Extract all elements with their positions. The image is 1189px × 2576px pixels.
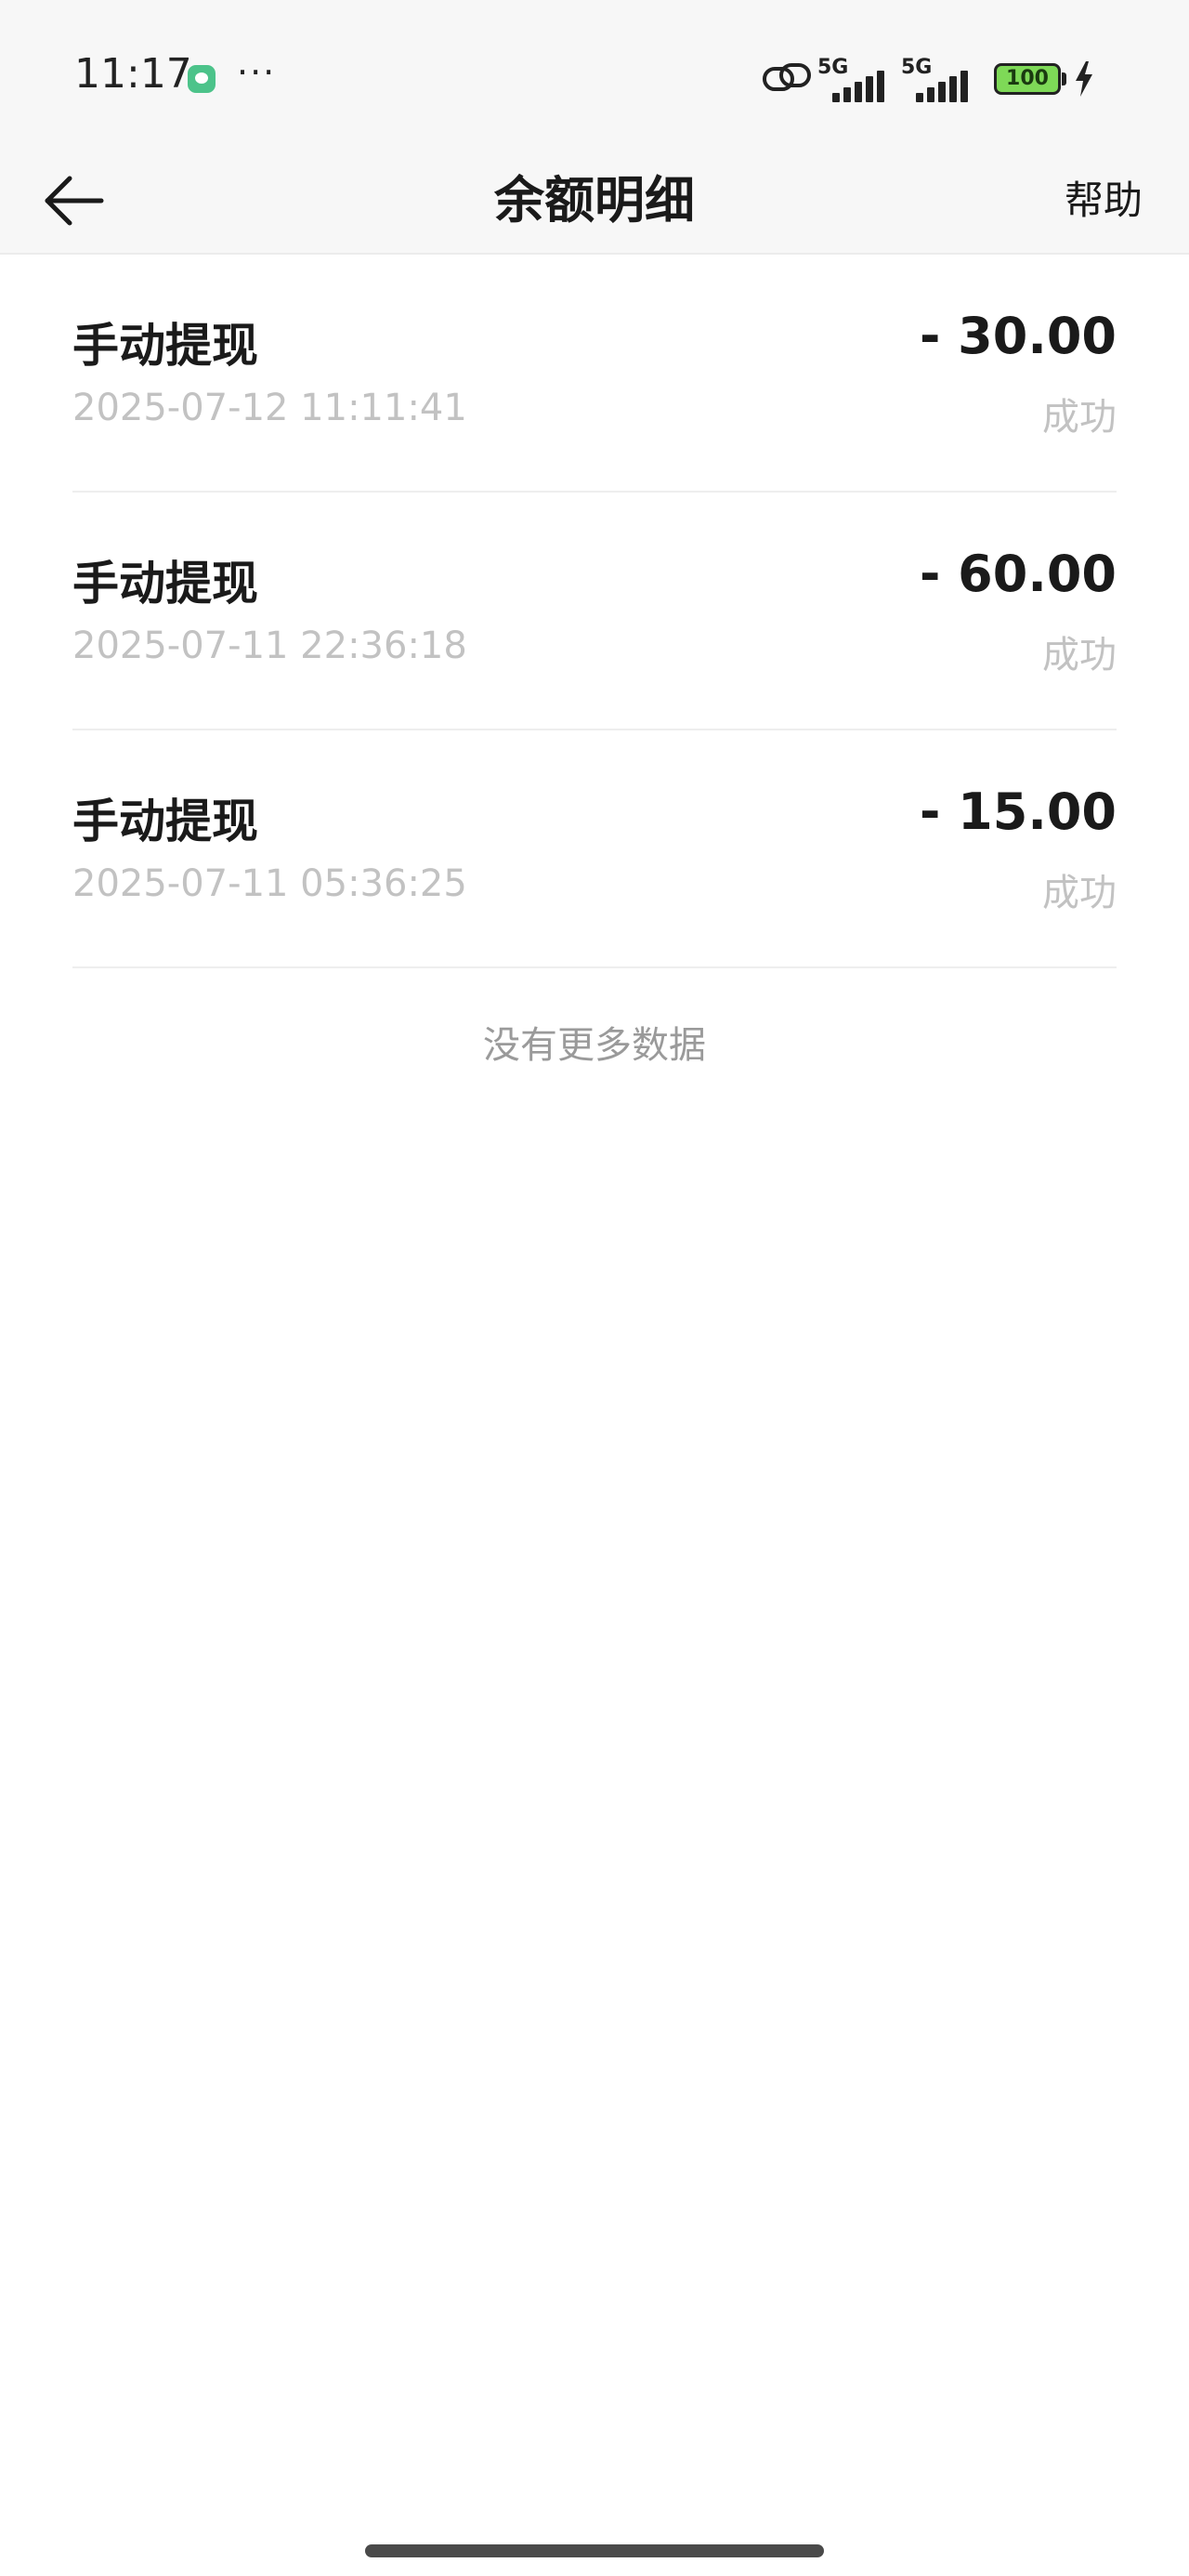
transaction-title: 手动提现 (72, 557, 258, 611)
more-notifications-icon: ··· (237, 52, 277, 93)
transaction-amount: - 60.00 (919, 545, 1117, 603)
status-icons: 5G 5G 100 (762, 56, 1152, 102)
transaction-status: 成功 (1042, 872, 1117, 914)
transaction-list: 手动提现 2025-07-12 11:11:41 - 30.00 成功 手动提现… (72, 255, 1117, 968)
charging-icon (1076, 61, 1092, 97)
battery-level: 100 (1006, 67, 1049, 90)
help-button[interactable]: 帮助 (1065, 149, 1143, 253)
transaction-amount: - 30.00 (919, 307, 1117, 365)
battery-icon: 100 (994, 63, 1061, 95)
transaction-item[interactable]: 手动提现 2025-07-12 11:11:41 - 30.00 成功 (72, 255, 1117, 493)
transaction-title: 手动提现 (72, 795, 258, 848)
transaction-time: 2025-07-11 05:36:25 (72, 862, 467, 905)
home-indicator[interactable] (365, 2544, 824, 2557)
transaction-status: 成功 (1042, 396, 1117, 439)
battery-tip (1062, 72, 1066, 85)
transaction-status: 成功 (1042, 634, 1117, 677)
chat-notification-icon (188, 65, 216, 93)
transaction-time: 2025-07-12 11:11:41 (72, 387, 467, 429)
transaction-amount: - 15.00 (919, 782, 1117, 841)
transaction-time: 2025-07-11 22:36:18 (72, 624, 467, 667)
transaction-item[interactable]: 手动提现 2025-07-11 05:36:25 - 15.00 成功 (72, 730, 1117, 968)
status-bar: 11:17 ··· 5G 5G 100 (0, 0, 1189, 149)
transaction-title: 手动提现 (72, 319, 258, 373)
transaction-item[interactable]: 手动提现 2025-07-11 22:36:18 - 60.00 成功 (72, 493, 1117, 730)
no-more-data-label: 没有更多数据 (483, 1024, 706, 1067)
status-time: 11:17 (74, 50, 192, 98)
nav-header: 余额明细 帮助 (0, 149, 1189, 255)
link-icon (763, 63, 811, 91)
page-title: 余额明细 (494, 171, 695, 230)
